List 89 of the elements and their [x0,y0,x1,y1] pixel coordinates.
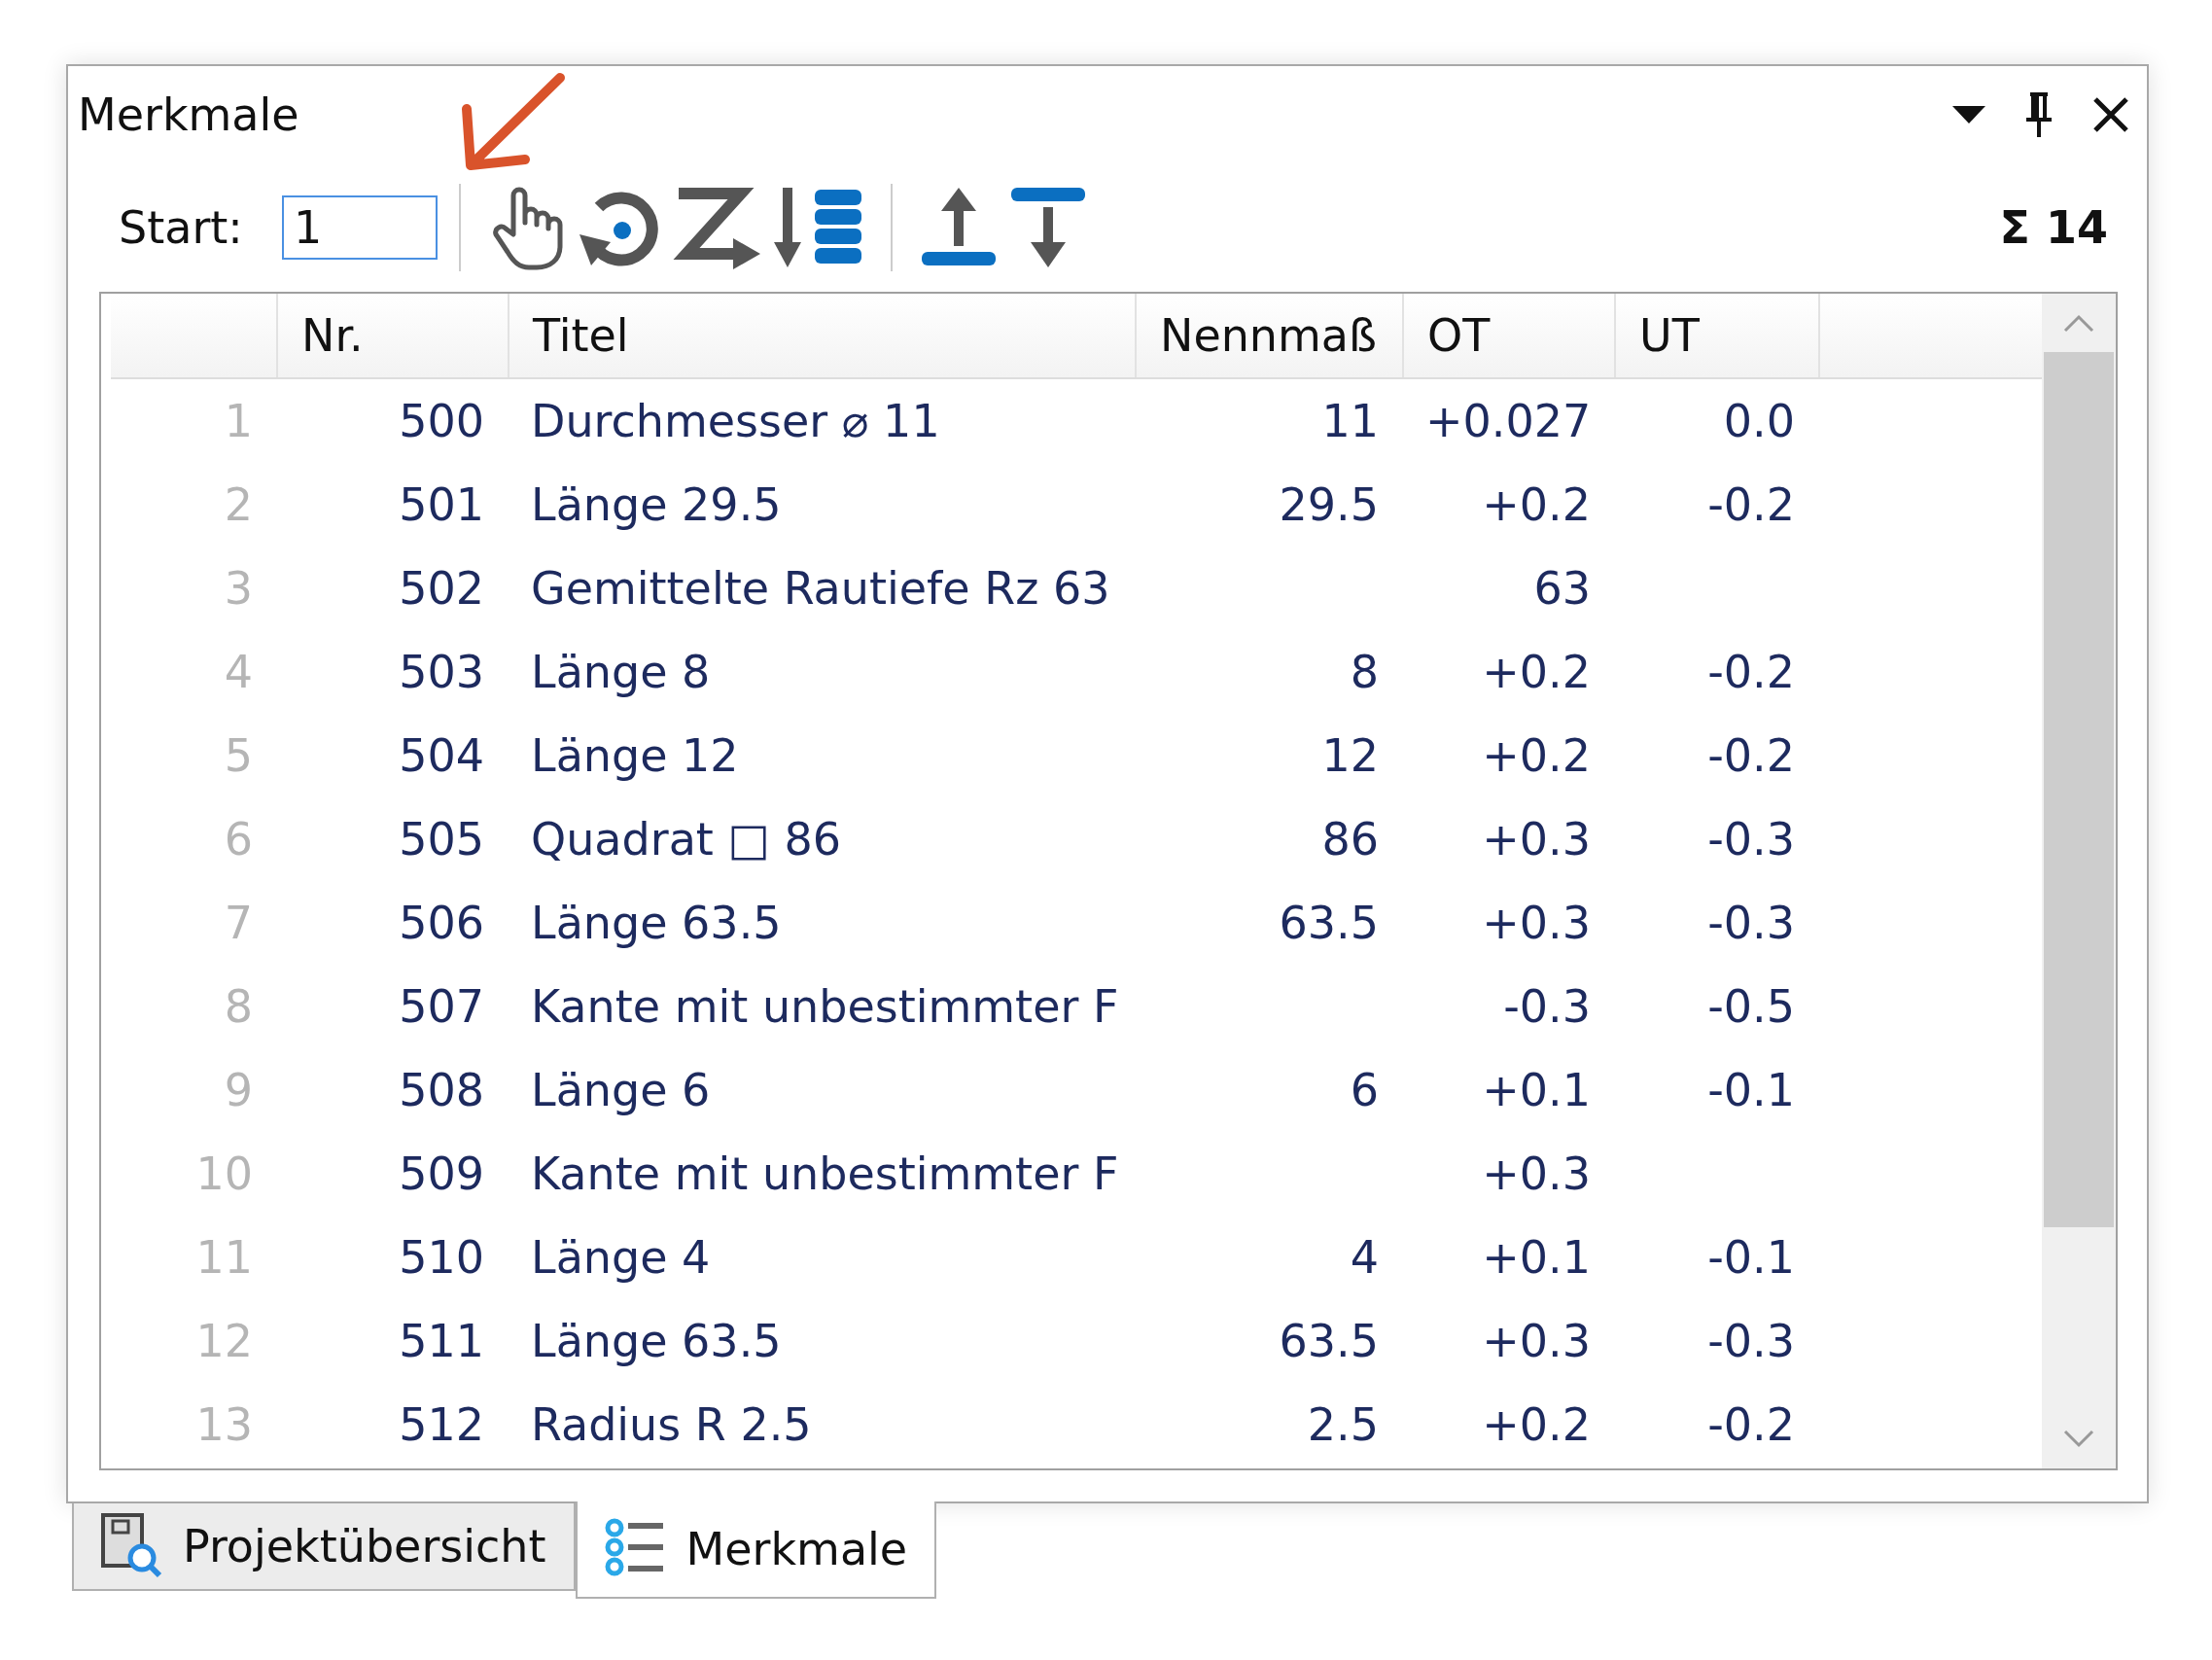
table-cell-text: Länge 4 [530,1231,712,1284]
row-number: 4 [223,646,254,698]
row-number: 3 [223,562,254,615]
row-number: 12 [194,1315,254,1367]
table-cell-text: 505 [398,813,485,865]
row-number: 11 [194,1231,254,1284]
tab[interactable]: Projektübersicht [72,1503,576,1591]
table-cell-text: 29.5 [1278,478,1380,531]
table-cell-text: 512 [398,1398,485,1451]
table-cell-text: 63.5 [1278,1315,1380,1367]
table-cell-text: 500 [398,395,485,447]
table-cell-text: 502 [398,562,485,615]
table-cell-text: Gemittelte Rautiefe Rz 63 [530,562,1111,615]
panel-title: Merkmale [78,88,300,141]
table-cell-text: +0.027 [1424,395,1593,447]
table-cell-text: -0.2 [1706,646,1796,698]
table-cell-text: 86 [1320,813,1380,865]
table-cell-text: +0.3 [1481,1315,1592,1367]
table-cell-text: 508 [398,1064,485,1116]
table-cell-text: Länge 63.5 [530,1315,783,1367]
table-cell-text: 63 [1532,562,1592,615]
table-cell-text: -0.1 [1706,1231,1796,1284]
table-cell-text: -0.2 [1706,1398,1796,1451]
table-cell-text: -0.3 [1706,813,1796,865]
table-cell-text: -0.3 [1706,897,1796,949]
row-number: 9 [223,1064,254,1116]
row-number: 7 [223,897,254,949]
table-cell-text: +0.1 [1481,1064,1592,1116]
table-cell-text: 504 [398,729,485,782]
table-cell-text: Länge 8 [530,646,712,698]
table-cell-text: 2.5 [1306,1398,1380,1451]
scrollbar[interactable] [2042,294,2116,1468]
table-cell-text: Kante mit unbestimmter F [530,1148,1120,1200]
row-number: 8 [223,980,254,1033]
table-cell-text: 511 [398,1315,485,1367]
tab[interactable]: Merkmale [575,1501,937,1599]
column-header[interactable]: UT [1614,294,1818,377]
row-number: 5 [223,729,254,782]
table-cell-text: -0.2 [1706,478,1796,531]
row-number: 1 [223,395,254,447]
table-cell-text: +0.3 [1481,1148,1592,1200]
start-input[interactable]: 1 [281,195,438,260]
table-cell-text: -0.2 [1706,729,1796,782]
row-number: 2 [223,478,254,531]
column-header[interactable]: Titel [508,294,1135,377]
table-cell-text: 6 [1349,1064,1380,1116]
start-label: Start: [119,201,243,254]
table-cell-text: +0.2 [1481,646,1592,698]
table-cell-text: Länge 12 [530,729,740,782]
table-cell-text: -0.5 [1706,980,1796,1033]
pin-icon[interactable] [2024,92,2054,137]
table-cell-text: 63.5 [1278,897,1380,949]
table-cell-text: Radius R 2.5 [530,1398,813,1451]
table-cell-text: +0.3 [1481,897,1592,949]
table-cell-text: 503 [398,646,485,698]
table-cell-text: -0.1 [1706,1064,1796,1116]
table-cell-text: Länge 6 [530,1064,712,1116]
table-cell-text: Quadrat □ 86 [530,813,843,865]
table-cell-text: 509 [398,1148,485,1200]
table-cell-text: 510 [398,1231,485,1284]
column-header[interactable]: OT [1402,294,1614,377]
table-cell-text: 507 [398,980,485,1033]
column-header[interactable]: Nr. [276,294,508,377]
table-cell-text: +0.2 [1481,729,1592,782]
scrollbar-thumb[interactable] [2044,352,2114,1227]
table-cell-text: Länge 63.5 [530,897,783,949]
table-cell-text: Durchmesser ⌀ 11 [530,395,941,447]
row-number: 6 [223,813,254,865]
table-cell-text: 506 [398,897,485,949]
column-header[interactable]: Nennmaß [1135,294,1402,377]
table-cell-text: 501 [398,478,485,531]
table-cell-text: +0.3 [1481,813,1592,865]
table-cell-text: +0.1 [1481,1231,1592,1284]
table-cell-text: 11 [1320,395,1380,447]
table-cell-text: 4 [1349,1231,1380,1284]
table-cell-text: Länge 29.5 [530,478,783,531]
table-cell-text: 12 [1320,729,1380,782]
row-number: 10 [194,1148,254,1200]
total-count: Σ 14 [1999,201,2108,254]
table-cell-text: +0.2 [1481,478,1592,531]
table-cell-text: 0.0 [1722,395,1796,447]
row-number: 13 [194,1398,254,1451]
dropdown-icon[interactable] [1952,106,1985,124]
table-cell-text: 8 [1349,646,1380,698]
table-cell-text: -0.3 [1706,1315,1796,1367]
table-cell-text: Kante mit unbestimmter F [530,980,1120,1033]
table-cell-text: +0.2 [1481,1398,1592,1451]
close-icon[interactable] [2092,96,2129,133]
table-cell-text: -0.3 [1502,980,1592,1033]
